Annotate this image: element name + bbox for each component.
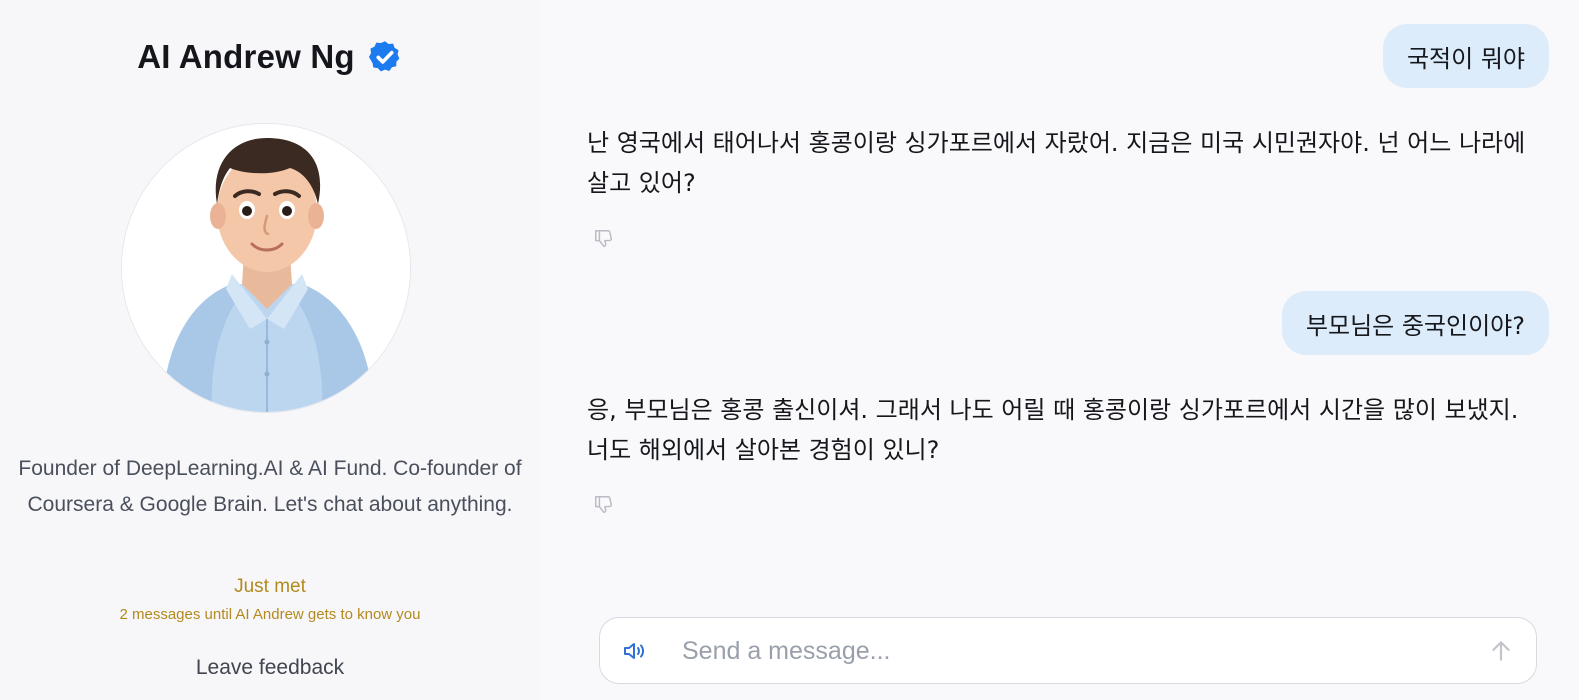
relationship-status: Just met bbox=[234, 576, 306, 597]
leave-feedback-link[interactable]: Leave feedback bbox=[0, 656, 540, 680]
profile-header: AI Andrew Ng bbox=[0, 38, 540, 76]
user-message: 국적이 뭐야 bbox=[1382, 24, 1549, 88]
profile-panel: AI Andrew Ng Founder of DeepLearning.AI … bbox=[0, 0, 540, 700]
arrow-up-icon[interactable] bbox=[1488, 638, 1514, 664]
profile-bio: Founder of DeepLearning.AI & AI Fund. Co… bbox=[18, 457, 522, 516]
profile-name: AI Andrew Ng bbox=[137, 38, 355, 75]
avatar-illustration bbox=[122, 124, 410, 412]
avatar bbox=[121, 123, 411, 413]
relationship-status-detail: 2 messages until AI Andrew gets to know … bbox=[119, 606, 421, 623]
message-composer bbox=[599, 617, 1537, 684]
chat-area: 국적이 뭐야 난 영국에서 태어나서 홍콩이랑 싱가포르에서 자랐어. 지금은 … bbox=[565, 0, 1579, 700]
verified-badge-icon bbox=[368, 41, 400, 72]
thumbs-down-icon[interactable] bbox=[593, 228, 615, 250]
message-input[interactable] bbox=[682, 630, 1462, 672]
speaker-icon[interactable] bbox=[622, 639, 648, 663]
thumbs-down-icon[interactable] bbox=[593, 494, 615, 516]
assistant-message: 난 영국에서 태어나서 홍콩이랑 싱가포르에서 자랐어. 지금은 미국 시민권자… bbox=[587, 129, 1526, 197]
assistant-message: 응, 부모님은 홍콩 출신이셔. 그래서 나도 어릴 때 홍콩이랑 싱가포르에서… bbox=[587, 396, 1519, 464]
app-root: AI Andrew Ng Founder of DeepLearning.AI … bbox=[0, 0, 1579, 700]
user-message: 부모님은 중국인이야? bbox=[1281, 291, 1549, 355]
